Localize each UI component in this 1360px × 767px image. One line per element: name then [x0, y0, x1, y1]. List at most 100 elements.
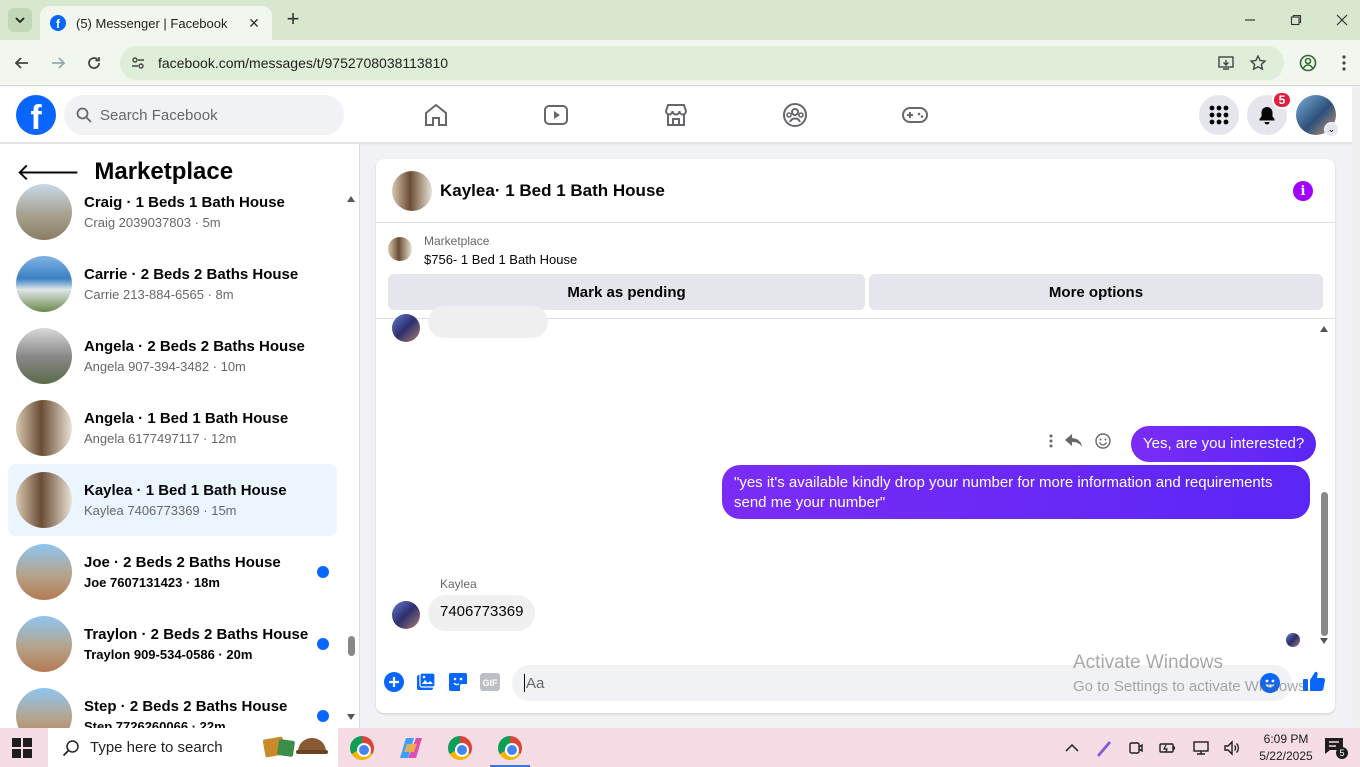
unread-dot: [317, 566, 329, 578]
new-tab-button[interactable]: +: [282, 6, 304, 31]
browser-menu-icon[interactable]: [1332, 51, 1356, 75]
menu-grid-button[interactable]: [1199, 95, 1239, 135]
facebook-search-placeholder: Search Facebook: [100, 106, 218, 124]
listing-thumbnail: [16, 616, 72, 672]
install-app-icon[interactable]: [1214, 51, 1238, 75]
windows-taskbar: Type here to search 6:09 PM 5/22/2025 5: [0, 728, 1360, 767]
conversation-name: Carrie · 2 Beds 2 Baths House: [84, 266, 299, 283]
emoji-icon[interactable]: [1260, 673, 1280, 693]
pen-icon[interactable]: [1094, 738, 1114, 758]
copilot-icon: [400, 737, 422, 758]
thumbs-up-icon: [1303, 671, 1326, 691]
nav-groups-button[interactable]: [739, 95, 851, 135]
conversation-item[interactable]: Angela · 2 Beds 2 Baths House Angela 907…: [8, 320, 337, 392]
marketplace-listing-strip: Marketplace $756- 1 Bed 1 Bath House Mar…: [376, 223, 1335, 319]
tab-search-button[interactable]: [8, 8, 32, 32]
arrow-right-icon: [52, 57, 66, 69]
message-bubble-outgoing[interactable]: Yes, are you interested?: [1131, 426, 1317, 462]
close-window-button[interactable]: [1330, 8, 1354, 32]
info-icon[interactable]: i: [1293, 181, 1313, 201]
forward-button[interactable]: [46, 51, 70, 75]
taskbar-search-input[interactable]: Type here to search: [48, 728, 338, 767]
address-bar[interactable]: facebook.com/messages/t/9752708038113810: [120, 46, 1284, 80]
url-text: facebook.com/messages/t/9752708038113810: [158, 55, 449, 71]
sidebar-scroll-thumb[interactable]: [348, 636, 355, 656]
search-highlight-icon[interactable]: [260, 732, 332, 762]
site-info-icon[interactable]: [130, 55, 146, 71]
scroll-down-icon[interactable]: [1320, 638, 1328, 644]
nav-gaming-button[interactable]: [859, 95, 971, 135]
chat-scroll-thumb[interactable]: [1321, 492, 1328, 636]
minimize-window-button[interactable]: [1238, 8, 1262, 32]
conversation-item[interactable]: Carrie · 2 Beds 2 Baths House Carrie 213…: [8, 248, 337, 320]
conversation-name: Step · 2 Beds 2 Baths House: [84, 698, 288, 715]
page-scrollbar[interactable]: [1352, 87, 1360, 727]
scroll-up-icon[interactable]: [1320, 326, 1328, 332]
chat-listing-avatar[interactable]: [392, 170, 432, 211]
conversation-preview: Angela 6177497117 · 12m: [84, 431, 237, 446]
profile-icon[interactable]: [1296, 51, 1320, 75]
mark-as-pending-button[interactable]: Mark as pending: [388, 274, 865, 310]
facebook-search-input[interactable]: Search Facebook: [64, 95, 344, 135]
sidebar-scrollbar[interactable]: [345, 196, 357, 724]
listing-thumbnail: [16, 688, 72, 728]
marketplace-label: Marketplace: [424, 234, 490, 248]
reload-button[interactable]: [82, 51, 106, 75]
conversation-item[interactable]: Step · 2 Beds 2 Baths House Step 7726260…: [8, 680, 337, 728]
bookmark-star-icon[interactable]: [1246, 51, 1270, 75]
restore-window-button[interactable]: [1284, 8, 1308, 32]
action-center-button[interactable]: 5: [1324, 737, 1348, 759]
sender-name: Kaylea: [440, 577, 477, 591]
conversation-item[interactable]: Joe · 2 Beds 2 Baths House Joe 760713142…: [8, 536, 337, 608]
conversation-item[interactable]: Angela · 1 Bed 1 Bath House Angela 61774…: [8, 392, 337, 464]
conversation-item-active[interactable]: Kaylea · 1 Bed 1 Bath House Kaylea 74067…: [8, 464, 337, 536]
close-tab-icon[interactable]: ✕: [246, 15, 262, 31]
listing-thumbnail[interactable]: [388, 237, 412, 261]
message-bubble-incoming-partial: [428, 306, 548, 338]
gif-button[interactable]: GIF: [479, 671, 501, 693]
show-hidden-icons-chevron-up-icon[interactable]: [1062, 738, 1082, 758]
more-options-button[interactable]: More options: [869, 274, 1323, 310]
listing-title[interactable]: $756- 1 Bed 1 Bath House: [424, 252, 577, 267]
taskbar-chrome-app-active[interactable]: [486, 728, 534, 767]
sender-avatar[interactable]: [392, 601, 420, 629]
account-avatar[interactable]: ⌄: [1296, 95, 1339, 137]
chat-title[interactable]: Kaylea· 1 Bed 1 Bath House: [440, 181, 665, 201]
taskbar-copilot-app[interactable]: [387, 728, 435, 767]
conversation-item[interactable]: Craig · 1 Beds 1 Bath House Craig 203903…: [8, 176, 337, 248]
chrome-icon: [498, 735, 522, 760]
sticker-button[interactable]: [447, 671, 469, 693]
windows-start-icon[interactable]: [12, 738, 32, 758]
taskbar-chrome-app[interactable]: [436, 728, 484, 767]
react-emoji-icon[interactable]: [1095, 433, 1111, 449]
more-vertical-icon[interactable]: [1049, 434, 1053, 448]
conversation-preview: Carrie 213-884-6565 · 8m: [84, 287, 234, 302]
gaming-icon: [902, 107, 928, 123]
back-button[interactable]: [10, 51, 34, 75]
battery-icon[interactable]: [1158, 738, 1178, 758]
facebook-logo[interactable]: f: [16, 95, 56, 135]
chat-panel: Kaylea· 1 Bed 1 Bath House i Marketplace…: [376, 159, 1335, 713]
volume-icon[interactable]: [1222, 738, 1242, 758]
attach-photo-button[interactable]: [415, 671, 437, 693]
scroll-down-icon[interactable]: [347, 714, 355, 720]
message-bubble-incoming[interactable]: 7406773369: [428, 595, 536, 631]
message-bubble-outgoing[interactable]: "yes it's available kindly drop your num…: [722, 465, 1310, 519]
meet-now-icon[interactable]: [1126, 738, 1146, 758]
nav-watch-button[interactable]: [500, 95, 612, 135]
send-like-button[interactable]: [1301, 669, 1327, 693]
message-input-placeholder: Aa: [526, 674, 545, 692]
arrow-left-icon: [14, 57, 28, 69]
add-attachment-button[interactable]: [383, 671, 405, 693]
conversation-item[interactable]: Traylon · 2 Beds 2 Baths House Traylon 9…: [8, 608, 337, 680]
chat-scrollbar[interactable]: [1319, 324, 1329, 650]
nav-home-button[interactable]: [380, 95, 492, 135]
network-icon[interactable]: [1191, 738, 1211, 758]
reply-icon[interactable]: [1065, 434, 1083, 448]
browser-tab[interactable]: f (5) Messenger | Facebook ✕: [40, 6, 272, 40]
message-input[interactable]: Aa: [512, 665, 1292, 701]
taskbar-chrome-app[interactable]: [338, 728, 386, 767]
taskbar-clock[interactable]: 6:09 PM 5/22/2025: [1254, 731, 1318, 765]
nav-marketplace-button[interactable]: [620, 95, 732, 135]
scroll-up-icon[interactable]: [347, 196, 355, 202]
